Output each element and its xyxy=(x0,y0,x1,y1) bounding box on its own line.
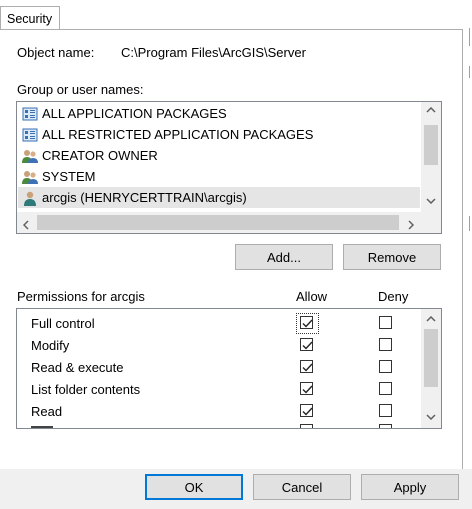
cancel-button[interactable]: Cancel xyxy=(253,474,351,500)
list-item-selected[interactable]: arcgis (HENRYCERTTRAIN\arcgis) xyxy=(18,187,420,208)
deny-read-checkbox[interactable] xyxy=(379,404,392,417)
package-icon xyxy=(22,127,38,143)
deny-partial-checkbox[interactable] xyxy=(379,424,392,428)
deny-read-execute-checkbox[interactable] xyxy=(379,360,392,373)
tab-strip xyxy=(0,0,472,30)
group-list-hscrollbar[interactable] xyxy=(17,212,421,233)
scroll-up-icon[interactable] xyxy=(421,315,441,325)
group-list[interactable]: ALL APPLICATION PACKAGES ALL RESTRICTED … xyxy=(16,101,442,234)
list-item[interactable]: SYSTEM xyxy=(18,166,420,187)
edge-divider xyxy=(469,28,470,46)
allow-list-folder-checkbox[interactable] xyxy=(300,382,313,395)
scroll-thumb[interactable] xyxy=(37,215,399,230)
scroll-down-icon[interactable] xyxy=(421,197,441,207)
group-list-label: Group or user names: xyxy=(17,82,144,97)
allow-modify-checkbox[interactable] xyxy=(300,338,313,351)
edge-divider xyxy=(469,66,470,78)
package-icon xyxy=(22,106,38,122)
list-item-label: SYSTEM xyxy=(42,169,96,184)
window-edge xyxy=(463,0,472,469)
scroll-thumb[interactable] xyxy=(424,125,438,165)
permissions-list[interactable]: Full control Modify Read & execute List … xyxy=(16,308,442,429)
scroll-down-icon[interactable] xyxy=(421,413,441,423)
deny-modify-checkbox[interactable] xyxy=(379,338,392,351)
users-icon xyxy=(22,148,38,164)
object-name-label: Object name: xyxy=(17,45,95,60)
scroll-thumb[interactable] xyxy=(424,329,438,387)
scroll-left-icon[interactable] xyxy=(22,218,29,233)
scroll-corner xyxy=(421,212,441,233)
edge-divider xyxy=(469,216,470,231)
partial-row xyxy=(31,426,53,428)
tab-security[interactable]: Security xyxy=(0,6,60,30)
allow-partial-checkbox[interactable] xyxy=(300,424,313,428)
list-item-label: ALL APPLICATION PACKAGES xyxy=(42,106,227,121)
permissions-vscrollbar[interactable] xyxy=(421,309,441,428)
group-list-vscrollbar[interactable] xyxy=(421,102,441,212)
allow-header: Allow xyxy=(296,289,328,304)
remove-button[interactable]: Remove xyxy=(343,244,441,270)
allow-full-control-checkbox[interactable] xyxy=(300,316,313,329)
list-item-label: arcgis (HENRYCERTTRAIN\arcgis) xyxy=(42,190,247,205)
permission-label: Modify xyxy=(31,338,70,353)
apply-button[interactable]: Apply xyxy=(361,474,459,500)
user-icon xyxy=(22,190,38,206)
allow-read-checkbox[interactable] xyxy=(300,404,313,417)
deny-list-folder-checkbox[interactable] xyxy=(379,382,392,395)
scroll-right-icon[interactable] xyxy=(408,218,415,233)
deny-full-control-checkbox[interactable] xyxy=(379,316,392,329)
permission-label: Full control xyxy=(31,316,95,331)
list-item-label: CREATOR OWNER xyxy=(42,148,158,163)
list-item-label: ALL RESTRICTED APPLICATION PACKAGES xyxy=(42,127,314,142)
permission-label: Read xyxy=(31,404,63,419)
scroll-up-icon[interactable] xyxy=(421,106,441,116)
allow-read-execute-checkbox[interactable] xyxy=(300,360,313,373)
deny-header: Deny xyxy=(378,289,409,304)
permission-label: Read & execute xyxy=(31,360,124,375)
users-icon xyxy=(22,169,38,185)
add-button[interactable]: Add... xyxy=(235,244,333,270)
object-name-value: C:\Program Files\ArcGIS\Server xyxy=(121,45,306,60)
list-item[interactable]: CREATOR OWNER xyxy=(18,145,420,166)
ok-button[interactable]: OK xyxy=(145,474,243,500)
permissions-label: Permissions for arcgis xyxy=(17,289,145,304)
permission-label: List folder contents xyxy=(31,382,141,397)
list-item[interactable]: ALL APPLICATION PACKAGES xyxy=(18,103,420,124)
list-item[interactable]: ALL RESTRICTED APPLICATION PACKAGES xyxy=(18,124,420,145)
